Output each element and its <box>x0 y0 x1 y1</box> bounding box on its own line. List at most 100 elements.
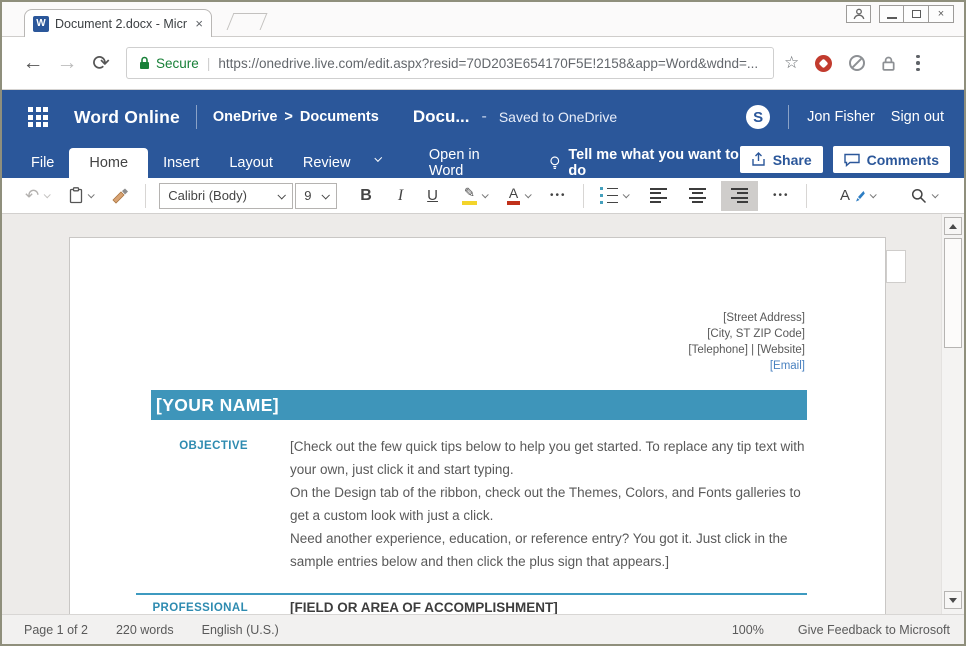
scrollbar-thumb[interactable] <box>944 238 962 348</box>
word-online-header: Word Online OneDrive > Documents Docu...… <box>2 90 964 178</box>
word-count[interactable]: 220 words <box>116 623 174 637</box>
more-tabs-chevron-icon[interactable] <box>375 154 383 162</box>
share-icon <box>751 152 766 167</box>
profile-icon[interactable] <box>846 5 871 23</box>
header-divider-2 <box>788 105 789 129</box>
name-banner[interactable]: [YOUR NAME] <box>151 390 807 420</box>
font-size-select[interactable]: 9 <box>295 183 337 209</box>
tab-file[interactable]: File <box>16 148 69 178</box>
underline-button[interactable]: U <box>420 181 445 211</box>
breadcrumb-onedrive[interactable]: OneDrive <box>213 109 277 125</box>
browser-titlebar: W Document 2.docx - Micr × × <box>2 2 964 37</box>
objective-label[interactable]: OBJECTIVE <box>179 440 248 452</box>
address-block[interactable]: [Street Address] [City, ST ZIP Code] [Te… <box>688 310 805 374</box>
highlight-button[interactable]: ✎ <box>455 181 494 211</box>
zoom-level[interactable]: 100% <box>732 623 764 637</box>
font-select[interactable]: Calibri (Body) <box>159 183 293 209</box>
tab-home[interactable]: Home <box>69 148 148 178</box>
browser-tab[interactable]: W Document 2.docx - Micr × <box>24 9 212 37</box>
overflow-button-1[interactable]: ••• <box>543 181 574 211</box>
page-count[interactable]: Page 1 of 2 <box>24 623 88 637</box>
bullet-list-icon <box>600 187 619 205</box>
objective-paragraph[interactable]: [Check out the few quick tips below to h… <box>290 435 812 481</box>
ribbon-tab-strip: File Home Insert Layout Review Open in W… <box>2 144 964 178</box>
objective-text[interactable]: [Check out the few quick tips below to h… <box>290 435 812 573</box>
window-controls: × <box>846 2 964 36</box>
tell-me-label: Tell me what you want to do <box>568 147 739 179</box>
highlight-color-bar <box>462 201 477 205</box>
browser-menu-icon[interactable] <box>912 55 924 72</box>
scroll-down-icon[interactable] <box>944 591 962 609</box>
bold-button[interactable]: B <box>353 181 379 211</box>
back-icon[interactable]: ← <box>16 51 50 75</box>
extension-red-icon[interactable] <box>815 55 832 72</box>
comment-stub[interactable] <box>886 250 906 283</box>
professional-field-heading[interactable]: [FIELD OR AREA OF ACCOMPLISHMENT] <box>290 600 558 614</box>
format-painter-icon[interactable] <box>104 181 136 211</box>
forward-icon[interactable]: → <box>50 51 84 75</box>
font-color-button[interactable]: A <box>500 181 537 211</box>
skype-icon[interactable]: S <box>746 105 770 129</box>
address-phone-website[interactable]: [Telephone] | [Website] <box>688 342 805 358</box>
new-tab-button[interactable] <box>227 13 268 30</box>
undo-button[interactable]: ↶ <box>18 181 56 211</box>
reload-icon[interactable]: ⟳ <box>84 51 118 76</box>
app-launcher-icon[interactable] <box>28 107 48 127</box>
extension-icons <box>815 55 924 72</box>
bookmark-star-icon[interactable]: ☆ <box>784 53 799 73</box>
sign-out-link[interactable]: Sign out <box>891 109 944 125</box>
save-status: Saved to OneDrive <box>499 109 617 125</box>
document-title[interactable]: Docu... <box>413 107 470 127</box>
maximize-button[interactable] <box>904 5 929 23</box>
professional-label[interactable]: PROFESSIONAL <box>152 602 248 614</box>
word-file-icon: W <box>33 16 49 32</box>
tab-insert[interactable]: Insert <box>148 148 214 178</box>
user-name[interactable]: Jon Fisher <box>807 109 875 125</box>
address-email-link[interactable]: [Email] <box>688 358 805 374</box>
tab-review[interactable]: Review <box>288 148 366 178</box>
tab-close-icon[interactable]: × <box>195 16 203 31</box>
url-text: https://onedrive.live.com/edit.aspx?resi… <box>218 56 758 71</box>
vertical-scrollbar[interactable] <box>941 214 964 614</box>
secure-badge[interactable]: Secure <box>139 56 199 71</box>
tab-layout[interactable]: Layout <box>214 148 288 178</box>
bullets-button[interactable] <box>593 181 636 211</box>
clipboard-icon <box>69 187 83 204</box>
search-icon <box>911 188 927 204</box>
scroll-up-icon[interactable] <box>944 217 962 235</box>
status-bar: Page 1 of 2 220 words English (U.S.) 100… <box>2 614 964 644</box>
tell-me-box[interactable]: Tell me what you want to do <box>549 148 740 178</box>
app-name[interactable]: Word Online <box>74 107 180 128</box>
open-in-word-button[interactable]: Open in Word <box>429 148 509 178</box>
tab-title: Document 2.docx - Micr <box>55 17 189 31</box>
close-button[interactable]: × <box>929 5 954 23</box>
styles-button[interactable]: A <box>833 181 882 211</box>
extension-blocker-icon[interactable] <box>849 55 865 71</box>
share-button[interactable]: Share <box>740 146 823 173</box>
address-street[interactable]: [Street Address] <box>688 310 805 326</box>
paste-button[interactable] <box>62 181 100 211</box>
breadcrumb-documents[interactable]: Documents <box>300 109 379 125</box>
comments-button[interactable]: Comments <box>833 146 950 173</box>
minimize-button[interactable] <box>879 5 904 23</box>
align-center-button[interactable] <box>682 181 713 211</box>
language-selector[interactable]: English (U.S.) <box>202 623 279 637</box>
address-city[interactable]: [City, ST ZIP Code] <box>688 326 805 342</box>
objective-paragraph[interactable]: On the Design tab of the ribbon, check o… <box>290 481 812 527</box>
document-page[interactable]: [Street Address] [City, ST ZIP Code] [Te… <box>69 237 886 614</box>
formatting-toolbar: ↶ Calibri (Body) 9 B I U ✎ A <box>2 178 964 214</box>
lock-icon <box>139 56 150 70</box>
align-left-button[interactable] <box>643 181 674 211</box>
section-divider-line <box>136 593 807 595</box>
breadcrumb-separator: > <box>284 109 292 125</box>
extension-lock-icon[interactable] <box>882 56 895 71</box>
feedback-link[interactable]: Give Feedback to Microsoft <box>798 623 950 637</box>
address-bar[interactable]: Secure | https://onedrive.live.com/edit.… <box>126 47 774 79</box>
italic-button[interactable]: I <box>391 181 410 211</box>
breadcrumb: OneDrive > Documents <box>213 109 379 125</box>
align-right-button[interactable] <box>721 181 758 211</box>
overflow-button-2[interactable]: ••• <box>766 181 797 211</box>
objective-paragraph[interactable]: Need another experience, education, or r… <box>290 527 812 573</box>
omnibox-divider: | <box>207 55 211 71</box>
find-button[interactable] <box>904 181 944 211</box>
